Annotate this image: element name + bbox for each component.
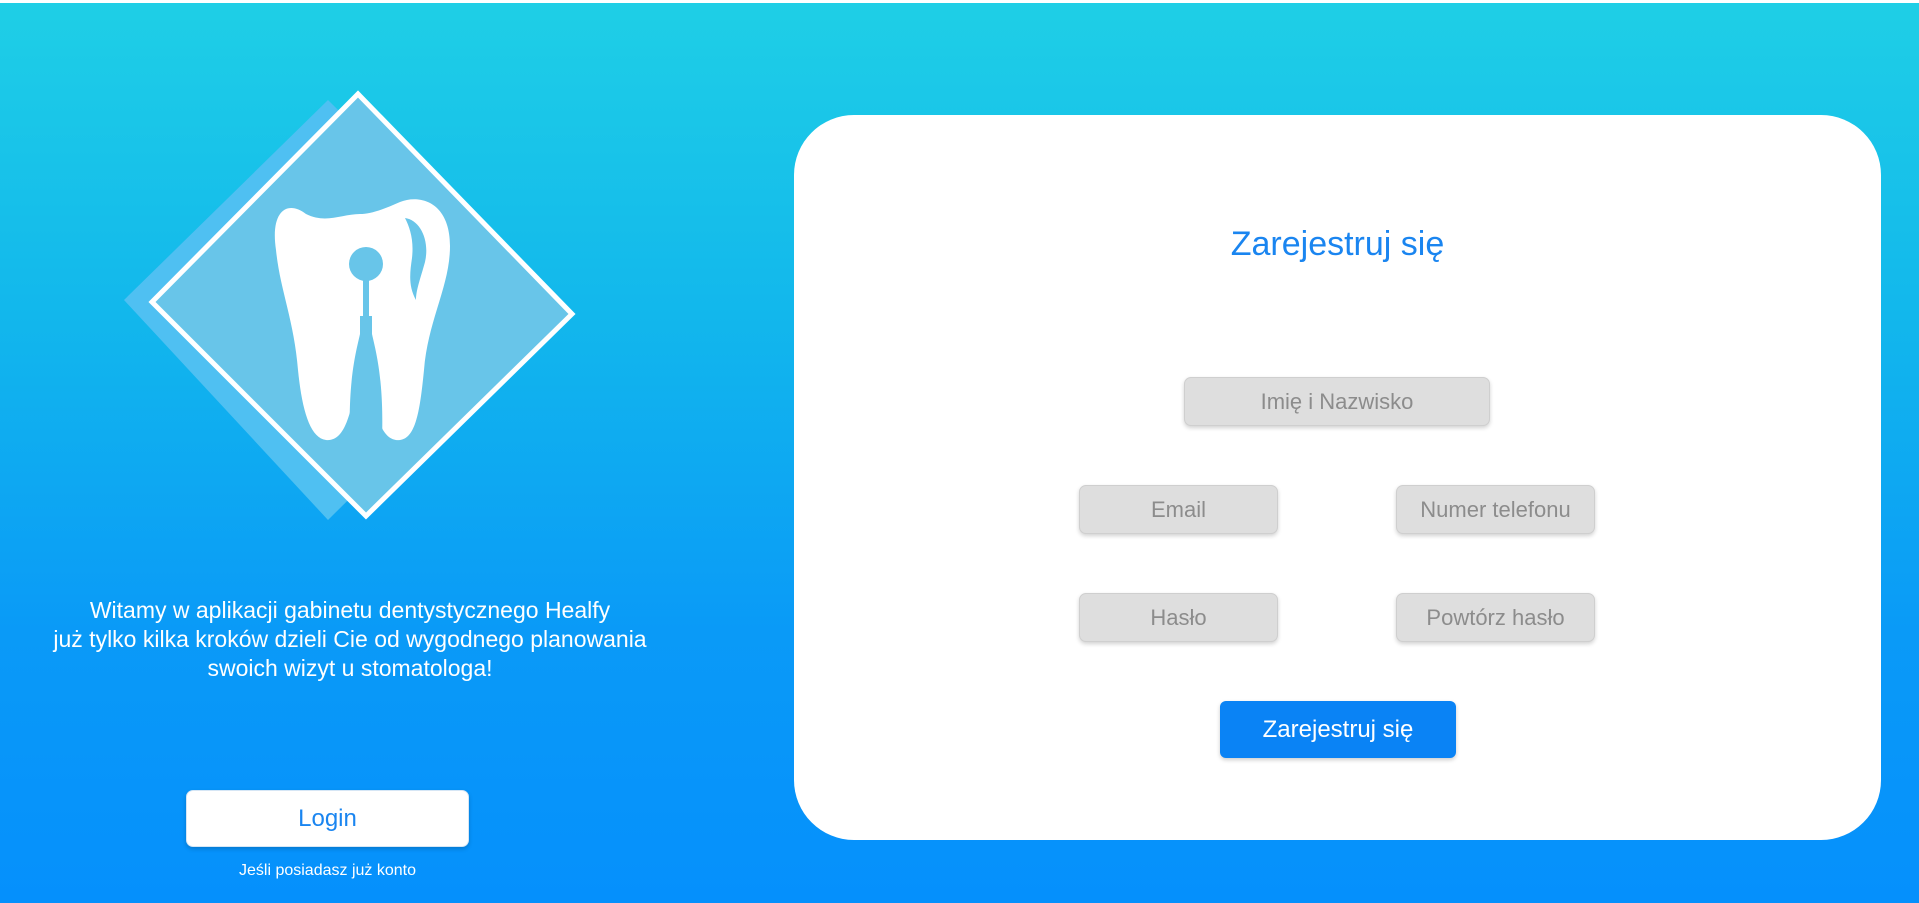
welcome-line-2: już tylko kilka kroków dzieli Cie od wyg…	[53, 626, 647, 652]
full-name-field[interactable]	[1184, 377, 1490, 426]
welcome-line-3: swoich wizyt u stomatologa!	[207, 655, 493, 681]
welcome-text: Witamy w aplikacji gabinetu dentystyczne…	[20, 596, 680, 683]
phone-field[interactable]	[1396, 485, 1595, 534]
password-field[interactable]	[1079, 593, 1278, 642]
register-title: Zarejestruj się	[1230, 225, 1445, 263]
email-field[interactable]	[1079, 485, 1278, 534]
welcome-line-1: Witamy w aplikacji gabinetu dentystyczne…	[89, 597, 611, 623]
healfy-logo	[120, 90, 580, 530]
register-card: Zarejestruj się Zarejestruj się	[794, 115, 1881, 840]
login-hint: Jeśli posiadasz już konto	[239, 862, 416, 879]
register-button[interactable]: Zarejestruj się	[1220, 701, 1456, 758]
tooth-root-canal-icon	[124, 90, 576, 520]
repeat-password-field[interactable]	[1396, 593, 1595, 642]
login-button[interactable]: Login	[186, 790, 469, 847]
top-border	[0, 0, 1919, 3]
